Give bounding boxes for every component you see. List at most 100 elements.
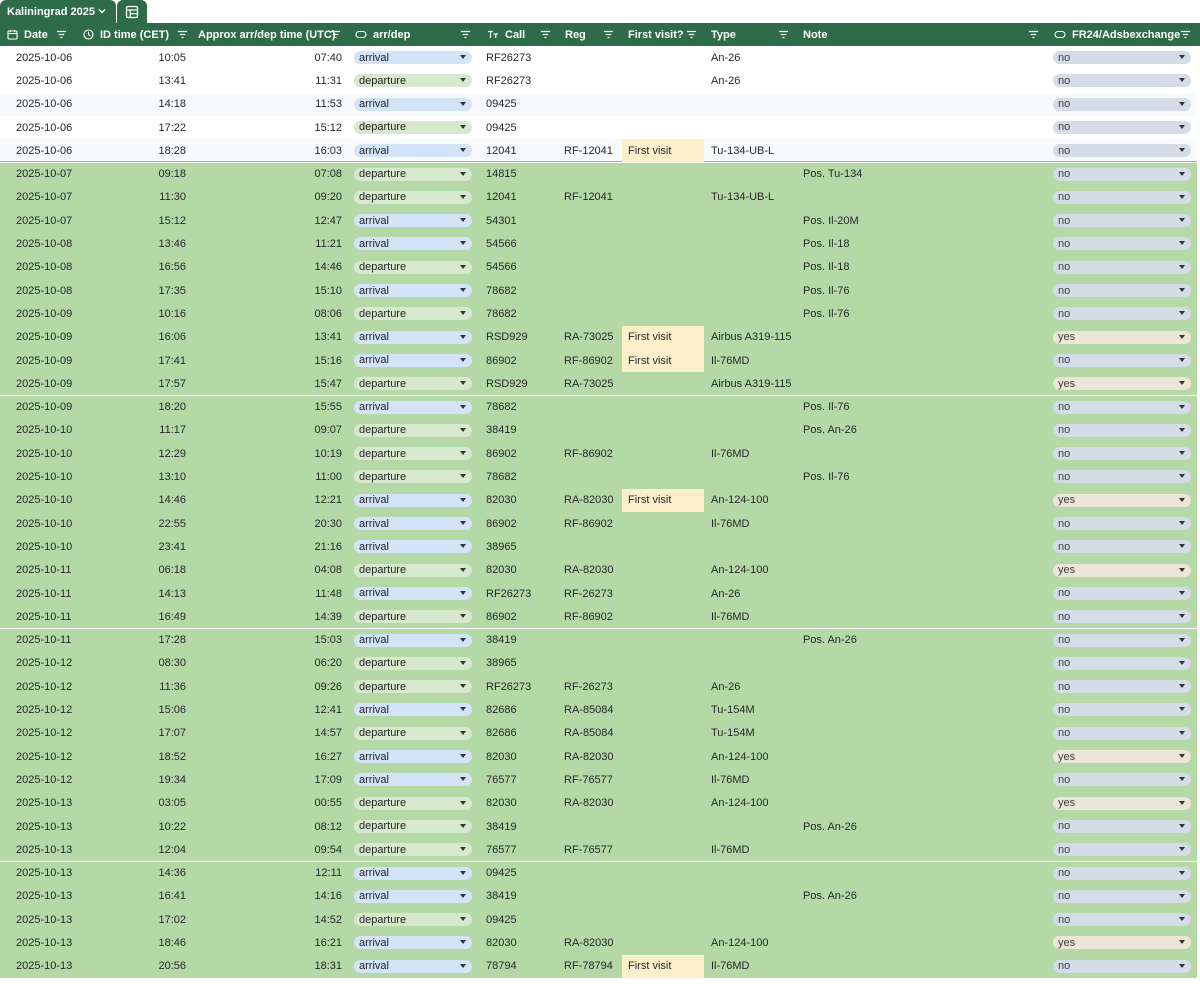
header-approx-time[interactable]: Approx arr/dep time (UTC) [198,23,336,46]
cell-approx-time[interactable]: 11:53 [280,93,342,116]
cell-approx-time[interactable]: 15:03 [280,629,342,652]
cell-type[interactable]: Tu-134-UB-L [711,186,774,209]
cell-approx-time[interactable]: 12:11 [280,862,342,885]
cell-approx-time[interactable]: 11:48 [280,582,342,605]
cell-id-time[interactable]: 20:56 [130,955,186,978]
arr-dep-dropdown[interactable]: arrival [354,330,472,344]
arr-dep-dropdown[interactable]: departure [354,913,472,927]
arr-dep-dropdown[interactable]: arrival [354,237,472,251]
arr-dep-dropdown[interactable]: departure [354,610,472,624]
table-row[interactable]: 2025-10-10 12:29 10:19 departure 86902 R… [0,442,1200,466]
cell-first-visit[interactable] [622,186,704,209]
cell-first-visit[interactable] [622,605,704,628]
cell-call[interactable]: 38419 [486,815,517,838]
table-row[interactable]: 2025-10-13 18:46 16:21 arrival 82030 RA-… [0,931,1200,955]
cell-approx-time[interactable]: 07:08 [280,163,342,186]
cell-type[interactable]: Tu-154M [711,722,755,745]
fr24-dropdown[interactable]: yes [1053,796,1191,810]
cell-date[interactable]: 2025-10-06 [16,93,72,116]
arr-dep-dropdown[interactable]: arrival [354,750,472,763]
fr24-dropdown[interactable]: no [1053,74,1191,88]
cell-date[interactable]: 2025-10-06 [16,139,72,162]
table-row[interactable]: 2025-10-07 15:12 12:47 arrival 54301 Pos… [0,209,1200,233]
cell-id-time[interactable]: 11:17 [130,419,186,442]
cell-note[interactable]: Pos. An-26 [803,419,857,442]
arr-dep-dropdown[interactable]: departure [354,656,472,670]
cell-approx-time[interactable]: 14:57 [280,722,342,745]
cell-reg[interactable]: RF-26273 [564,582,613,605]
cell-date[interactable]: 2025-10-06 [16,69,72,92]
cell-date[interactable]: 2025-10-06 [16,116,72,139]
arr-dep-dropdown[interactable]: arrival [354,703,472,717]
fr24-dropdown[interactable]: no [1053,144,1191,158]
arr-dep-dropdown[interactable]: departure [354,447,472,461]
cell-note[interactable]: Pos. Il-76 [803,465,849,488]
cell-id-time[interactable]: 14:36 [130,862,186,885]
cell-note[interactable]: Pos. An-26 [803,629,857,652]
table-row[interactable]: 2025-10-10 11:17 09:07 departure 38419 P… [0,418,1200,443]
cell-date[interactable]: 2025-10-06 [16,46,72,69]
cell-reg[interactable]: RA-85084 [564,722,614,745]
cell-first-visit[interactable] [622,722,704,745]
cell-call[interactable]: 54566 [486,256,517,279]
table-row[interactable]: 2025-10-13 17:02 14:52 departure 09425 n… [0,908,1200,932]
table-row[interactable]: 2025-10-10 14:46 12:21 arrival 82030 RA-… [0,488,1200,512]
cell-reg[interactable]: RA-73025 [564,326,614,349]
fr24-dropdown[interactable]: no [1053,959,1191,973]
cell-first-visit[interactable] [622,582,704,605]
cell-type[interactable]: An-26 [711,675,740,698]
arr-dep-dropdown[interactable]: departure [354,120,472,134]
cell-call[interactable]: 78682 [486,279,517,302]
cell-call[interactable]: 09425 [486,862,517,885]
arr-dep-dropdown[interactable]: departure [354,819,472,833]
cell-id-time[interactable]: 10:22 [130,815,186,838]
cell-note[interactable]: Pos. An-26 [803,885,857,908]
cell-reg[interactable]: RF-26273 [564,675,613,698]
fr24-dropdown[interactable]: yes [1053,563,1191,577]
cell-reg[interactable]: RF-76577 [564,768,613,791]
cell-id-time[interactable]: 17:22 [130,116,186,139]
table-row[interactable]: 2025-10-12 11:36 09:26 departure RF26273… [0,675,1200,699]
cell-type[interactable]: Il-76MD [711,442,750,465]
cell-date[interactable]: 2025-10-12 [16,722,72,745]
cell-date[interactable]: 2025-10-09 [16,396,72,419]
table-row[interactable]: 2025-10-11 14:13 11:48 arrival RF26273 R… [0,581,1200,606]
cell-id-time[interactable]: 18:46 [130,931,186,954]
arr-dep-dropdown[interactable]: arrival [354,97,472,111]
cell-date[interactable]: 2025-10-11 [16,629,71,652]
cell-date[interactable]: 2025-10-09 [16,326,72,349]
table-row[interactable]: 2025-10-11 16:49 14:39 departure 86902 R… [0,605,1200,629]
filter-icon[interactable] [177,29,188,40]
cell-call[interactable]: RSD929 [486,326,528,349]
arr-dep-dropdown[interactable]: arrival [354,400,472,414]
header-id-time[interactable]: ID time (CET) [83,23,169,46]
cell-call[interactable]: 76577 [486,838,517,861]
cell-type[interactable]: An-124-100 [711,745,769,768]
cell-call[interactable]: 09425 [486,116,517,139]
cell-first-visit[interactable] [622,69,704,92]
cell-approx-time[interactable]: 14:52 [280,908,342,931]
sheet-tab-kaliningrad[interactable]: Kaliningrad 2025 [0,0,116,23]
cell-type[interactable]: Airbus A319-115 [711,372,792,395]
cell-type[interactable]: Tu-154M [711,698,755,721]
filter-icon[interactable] [778,29,789,40]
cell-date[interactable]: 2025-10-10 [16,419,72,442]
fr24-dropdown[interactable]: no [1053,633,1191,647]
cell-id-time[interactable]: 16:49 [130,605,186,628]
cell-date[interactable]: 2025-10-13 [16,838,72,861]
filter-icon[interactable] [330,29,341,40]
cell-id-time[interactable]: 17:28 [130,629,186,652]
cell-first-visit[interactable] [622,302,704,325]
cell-reg[interactable]: RA-73025 [564,372,614,395]
cell-id-time[interactable]: 17:35 [130,279,186,302]
cell-call[interactable]: 82686 [486,722,517,745]
table-row[interactable]: 2025-10-13 14:36 12:11 arrival 09425 no [0,861,1200,885]
cell-approx-time[interactable]: 14:46 [280,256,342,279]
table-row[interactable]: 2025-10-10 23:41 21:16 arrival 38965 no [0,535,1200,559]
arr-dep-dropdown[interactable]: departure [354,470,472,484]
table-row[interactable]: 2025-10-13 12:04 09:54 departure 76577 R… [0,838,1200,862]
cell-approx-time[interactable]: 09:07 [280,419,342,442]
cell-type[interactable]: Il-76MD [711,512,750,535]
filter-icon[interactable] [540,29,551,40]
cell-call[interactable]: 09425 [486,93,517,116]
